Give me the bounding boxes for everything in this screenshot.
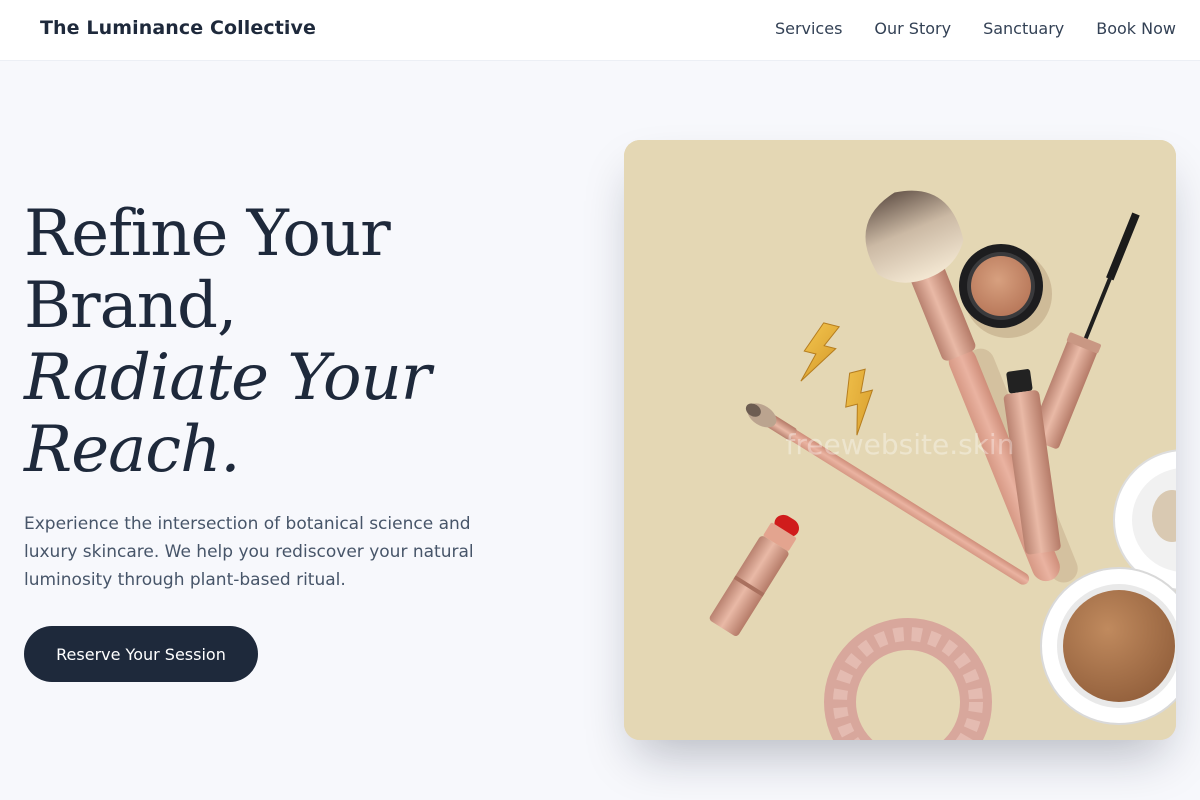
headline-line-1: Refine Your (24, 197, 391, 271)
top-navigation: The Luminance Collective Services Our St… (0, 0, 1200, 61)
nav-links: Services Our Story Sanctuary Book Now (775, 19, 1176, 38)
headline-line-4: Reach. (24, 413, 241, 487)
hero-headline: Refine Your Brand, Radiate Your Reach. (24, 197, 431, 487)
nav-link-sanctuary[interactable]: Sanctuary (983, 19, 1064, 38)
brand-logo[interactable]: The Luminance Collective (40, 17, 316, 39)
reserve-session-button[interactable]: Reserve Your Session (24, 626, 258, 682)
image-watermark: freewebsite.skin (786, 428, 1015, 461)
headline-line-2: Brand, (24, 269, 237, 343)
nav-link-services[interactable]: Services (775, 19, 842, 38)
hero-description: Experience the intersection of botanical… (24, 514, 474, 590)
makeup-flatlay-illustration: freewebsite.skin (624, 140, 1176, 740)
nav-link-book-now[interactable]: Book Now (1096, 19, 1176, 38)
hero-image: freewebsite.skin (624, 140, 1176, 740)
nav-link-our-story[interactable]: Our Story (874, 19, 951, 38)
headline-line-3: Radiate Your (24, 341, 431, 415)
